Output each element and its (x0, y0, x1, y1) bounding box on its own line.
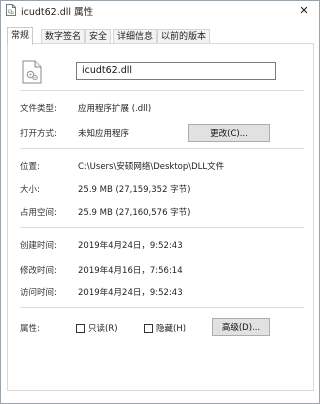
tab-previous-versions[interactable]: 以前的版本 (157, 29, 211, 44)
properties-window: icudt62.dll 属性 ✕ 常规 数字签名 安全 详细信息 以前的版本 i… (0, 0, 320, 404)
tab-details[interactable]: 详细信息 (113, 29, 158, 44)
accessed-label: 访问时间: (20, 288, 57, 298)
attributes-label: 属性: (20, 324, 40, 334)
window-title: icudt62.dll 属性 (21, 7, 94, 18)
file-type-icon (22, 60, 42, 84)
divider (20, 227, 304, 228)
location-label: 位置: (20, 162, 40, 172)
close-icon: ✕ (299, 3, 309, 17)
opens-with-value: 未知应用程序 (78, 129, 130, 139)
divider (20, 90, 304, 91)
tab-general[interactable]: 常规 (7, 27, 34, 45)
tab-security[interactable]: 安全 (85, 29, 112, 44)
change-button[interactable]: 更改(C)... (188, 124, 270, 142)
hidden-checkbox-box[interactable] (144, 323, 153, 333)
created-value: 2019年4月24日，9:52:43 (78, 241, 183, 251)
modified-label: 修改时间: (20, 266, 57, 276)
size-on-disk-value: 25.9 MB (27,160,576 字节) (78, 208, 191, 218)
accessed-value: 2019年4月24日，9:52:43 (78, 288, 183, 298)
tab-strip: 常规 数字签名 安全 详细信息 以前的版本 (7, 27, 313, 45)
general-panel: icudt62.dll 文件类型: 应用程序扩展 (.dll) 打开方式: 未知… (7, 43, 314, 391)
tab-digital-signatures[interactable]: 数字签名 (41, 29, 86, 44)
created-label: 创建时间: (20, 241, 57, 251)
divider (20, 307, 304, 308)
size-on-disk-label: 占用空间: (20, 208, 57, 218)
readonly-checkbox-box[interactable] (76, 323, 85, 333)
readonly-label: 只读(R) (88, 324, 118, 334)
location-value: C:\Users\安硕网络\Desktop\DLL文件 (78, 162, 225, 172)
close-button[interactable]: ✕ (291, 1, 317, 19)
hidden-checkbox[interactable]: 隐藏(H) (144, 322, 186, 334)
file-type-value: 应用程序扩展 (.dll) (78, 104, 152, 114)
file-type-label: 文件类型: (20, 104, 57, 114)
title-bar[interactable]: icudt62.dll 属性 ✕ (1, 1, 319, 21)
dll-file-icon (6, 4, 16, 16)
opens-with-label: 打开方式: (20, 129, 57, 139)
divider (20, 148, 304, 149)
size-label: 大小: (20, 185, 40, 195)
filename-input[interactable]: icudt62.dll (76, 62, 276, 80)
size-value: 25.9 MB (27,159,352 字节) (78, 185, 191, 195)
modified-value: 2019年4月16日，7:56:14 (78, 266, 183, 276)
advanced-button[interactable]: 高级(D)... (212, 318, 270, 336)
readonly-checkbox[interactable]: 只读(R) (76, 322, 118, 334)
hidden-label: 隐藏(H) (156, 324, 187, 334)
